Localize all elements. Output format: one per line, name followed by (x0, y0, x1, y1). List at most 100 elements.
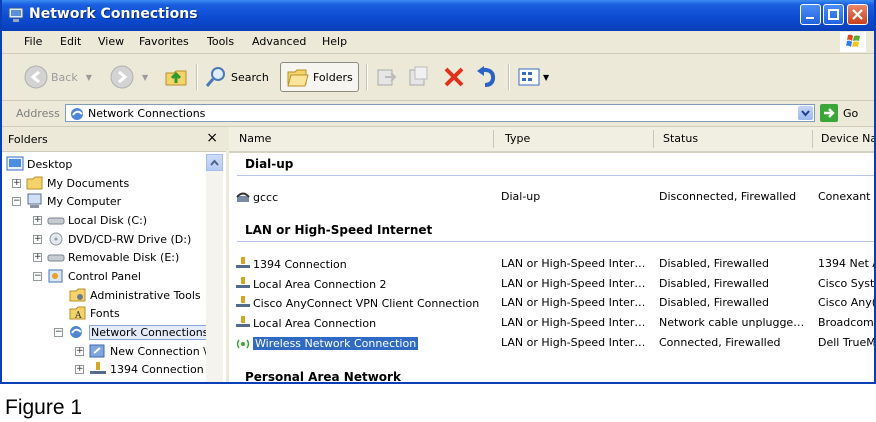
copy-to-icon (409, 66, 428, 86)
delete-icon (444, 67, 464, 87)
go-label: Go (843, 106, 859, 120)
folder-icon (26, 176, 43, 190)
go-button[interactable]: Go (820, 104, 858, 122)
address-dropdown-button[interactable] (798, 106, 813, 120)
folders-button[interactable]: Folders (280, 62, 359, 92)
forward-arrow-icon (110, 65, 134, 89)
expand-toggle[interactable]: + (75, 346, 84, 356)
views-button[interactable]: ▼ (517, 62, 549, 92)
search-button[interactable]: Search (204, 62, 269, 92)
standard-toolbar: Back ▼ ▼ Search Folders ▼ (2, 54, 874, 101)
close-folders-pane-button[interactable]: × (206, 130, 218, 146)
disk-icon (47, 254, 65, 262)
lan-icon (236, 277, 250, 288)
tree-item-new-connection[interactable]: + New Connection \ (75, 342, 207, 360)
menu-file[interactable]: File (24, 35, 42, 48)
new-connection-icon (89, 344, 105, 358)
collapse-toggle[interactable]: − (33, 271, 42, 281)
tree-item-desktop[interactable]: Desktop (6, 155, 72, 173)
lan-icon (236, 316, 250, 327)
back-button[interactable]: Back ▼ (24, 62, 92, 92)
collapse-toggle[interactable]: − (54, 327, 63, 337)
address-bar: Address Network Connections Go (2, 101, 874, 127)
forward-dropdown-icon: ▼ (142, 72, 149, 82)
menu-favorites[interactable]: Favorites (139, 35, 189, 48)
group-header-personal-area-network: Personal Area Network (245, 370, 401, 384)
views-icon (518, 68, 540, 86)
tree-item-1394-connection[interactable]: + 1394 Connection (75, 360, 204, 378)
folders-pane-header: Folders × (2, 127, 226, 152)
forward-button[interactable]: ▼ (110, 62, 148, 92)
control-panel-icon (48, 269, 63, 283)
tree-item-removable-disk-e[interactable]: + Removable Disk (E:) (33, 248, 179, 266)
close-button[interactable] (847, 4, 868, 25)
group-header-dial-up: Dial-up (245, 157, 294, 171)
svg-text:A: A (74, 311, 82, 321)
figure-caption: Figure 1 (5, 396, 83, 419)
list-item[interactable]: 1394 Connection LAN or High-Speed Inter…… (229, 255, 874, 273)
title-bar[interactable]: Network Connections (2, 0, 874, 31)
up-folder-button[interactable] (164, 62, 190, 92)
menu-tools[interactable]: Tools (207, 35, 234, 48)
list-item[interactable]: Local Area Connection LAN or High-Speed … (229, 314, 874, 332)
undo-button[interactable] (474, 62, 498, 92)
expand-toggle[interactable]: + (33, 234, 42, 244)
tree-item-network-connections[interactable]: − Network Connections (54, 323, 211, 341)
minimize-icon (806, 17, 814, 19)
window-title: Network Connections (29, 6, 198, 22)
list-item[interactable]: gccc Dial-up Disconnected, Firewalled Co… (229, 188, 874, 206)
network-connections-icon (8, 7, 24, 22)
group-divider (237, 175, 874, 176)
list-item-selected[interactable]: Wireless Network Connection LAN or High-… (229, 334, 874, 352)
menu-bar: File Edit View Favorites Tools Advanced … (2, 31, 874, 54)
column-headers: Name Type Status Device Na (229, 127, 874, 153)
chevron-down-icon (801, 110, 810, 117)
folders-label: Folders (313, 70, 353, 84)
menu-view[interactable]: View (98, 35, 124, 48)
expand-toggle[interactable]: + (33, 215, 42, 225)
scroll-up-button[interactable] (206, 154, 223, 171)
folders-pane: Folders × Desktop + My Documents − My Co… (2, 127, 229, 382)
chevron-up-icon (210, 159, 219, 166)
folders-scrollbar[interactable] (206, 154, 223, 382)
cd-icon (49, 232, 63, 246)
undo-icon (477, 66, 496, 87)
column-status[interactable]: Status (663, 132, 698, 145)
menu-help[interactable]: Help (322, 35, 347, 48)
lan-icon (236, 257, 250, 268)
move-to-icon (377, 69, 397, 86)
tree-item-administrative-tools[interactable]: Administrative Tools (69, 286, 201, 304)
collapse-toggle[interactable]: − (12, 196, 21, 206)
menu-edit[interactable]: Edit (60, 35, 81, 48)
tree-item-control-panel[interactable]: − Control Panel (33, 267, 141, 285)
expand-toggle[interactable]: + (75, 364, 84, 374)
menu-advanced[interactable]: Advanced (252, 35, 306, 48)
address-field[interactable]: Network Connections (65, 104, 815, 122)
list-item[interactable]: Cisco AnyConnect VPN Client Connection L… (229, 294, 874, 312)
address-label: Address (16, 107, 60, 120)
tree-item-local-disk-c[interactable]: + Local Disk (C:) (33, 211, 147, 229)
maximize-icon (828, 9, 839, 20)
close-icon (852, 9, 863, 20)
column-device-name[interactable]: Device Na (821, 132, 874, 145)
move-to-button[interactable] (375, 62, 399, 92)
explorer-window: Network Connections File Edit View Favor… (0, 0, 876, 384)
copy-to-button[interactable] (407, 62, 431, 92)
minimize-button[interactable] (800, 4, 821, 25)
tree-item-my-documents[interactable]: + My Documents (12, 174, 129, 192)
tree-item-my-computer[interactable]: − My Computer (12, 192, 121, 210)
column-type[interactable]: Type (505, 132, 530, 145)
search-label: Search (231, 70, 269, 84)
column-name[interactable]: Name (239, 132, 271, 145)
tree-item-fonts[interactable]: A Fonts (69, 304, 120, 322)
network-icon (70, 326, 82, 338)
expand-toggle[interactable]: + (12, 178, 21, 188)
folders-pane-title: Folders (8, 133, 48, 146)
delete-button[interactable] (442, 62, 466, 92)
list-item[interactable]: Local Area Connection 2 LAN or High-Spee… (229, 275, 874, 293)
expand-toggle[interactable]: + (33, 252, 42, 262)
group-header-lan: LAN or High-Speed Internet (245, 223, 433, 237)
maximize-button[interactable] (823, 4, 844, 25)
desktop-icon (6, 156, 24, 171)
tree-item-dvd-drive-d[interactable]: + DVD/CD-RW Drive (D:) (33, 230, 191, 248)
